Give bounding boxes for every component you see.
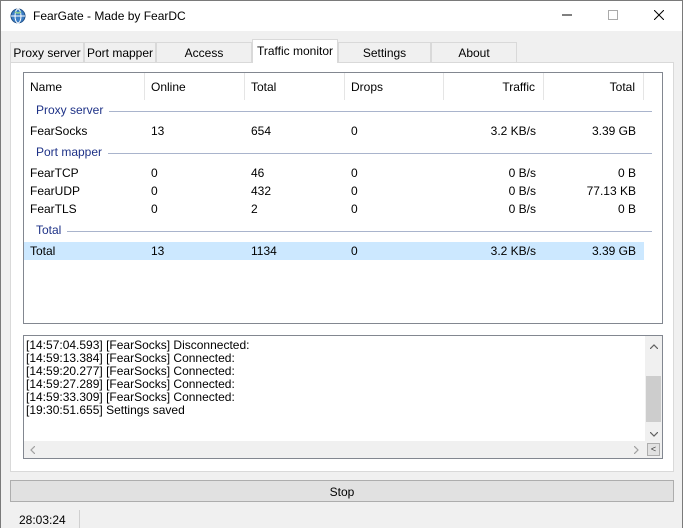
title-bar: FearGate - Made by FearDC (1, 1, 682, 31)
cell-drops: 0 (351, 184, 358, 198)
scroll-corner: < (645, 441, 662, 458)
group-title: Proxy server (36, 103, 110, 117)
cell-drops: 0 (351, 244, 358, 258)
maximize-icon (608, 9, 618, 23)
column-header-drops[interactable]: Drops (345, 73, 444, 100)
group-divider (36, 231, 652, 232)
tab-traffic-monitor[interactable]: Traffic monitor (252, 39, 338, 63)
cell-drops: 0 (351, 202, 358, 216)
column-header-total-bytes[interactable]: Total (544, 73, 644, 100)
table-row[interactable]: FearTCP 0 46 0 0 B/s 0 B (24, 164, 644, 182)
tab-settings-manager[interactable]: Settings manager (338, 42, 431, 74)
group-title: Total (36, 223, 68, 237)
group-title: Port mapper (36, 145, 109, 159)
window-title: FearGate - Made by FearDC (33, 9, 186, 23)
group-total[interactable]: Total (24, 222, 662, 240)
cell-total: 46 (251, 166, 265, 180)
tab-port-mapper[interactable]: Port mapper (84, 42, 156, 62)
cell-online: 13 (151, 124, 165, 138)
log-textbox[interactable]: [14:57:04.593] [FearSocks] Disconnected:… (23, 335, 663, 459)
cell-traffic: 0 B/s (508, 184, 536, 198)
globe-icon (10, 8, 26, 24)
minimize-icon (562, 9, 572, 23)
chevron-left-icon (30, 443, 36, 457)
cell-total: 654 (251, 124, 272, 138)
cell-total-bytes: 3.39 GB (591, 244, 636, 258)
tab-access-restriction[interactable]: Access restriction (156, 42, 252, 74)
tab-proxy-server[interactable]: Proxy server (10, 42, 84, 62)
scroll-left-button[interactable] (24, 441, 41, 458)
chevron-right-icon (633, 443, 639, 457)
cell-total-bytes: 3.39 GB (591, 124, 636, 138)
stop-button[interactable]: Stop (10, 480, 674, 502)
tab-about-feargate[interactable]: About FearGate (431, 42, 517, 74)
cell-name: FearTLS (30, 202, 77, 216)
close-button[interactable] (636, 1, 682, 31)
cell-name: FearSocks (30, 124, 88, 138)
cell-total: 1134 (251, 244, 277, 258)
group-divider (36, 153, 652, 154)
table-row[interactable]: FearSocks 13 654 0 3.2 KB/s 3.39 GB (24, 122, 644, 140)
cell-traffic: 0 B/s (508, 202, 536, 216)
group-port-mapper[interactable]: Port mapper (24, 144, 662, 162)
chevron-down-icon (649, 426, 658, 440)
cell-total-bytes: 77.13 KB (586, 184, 636, 198)
chevron-up-icon (649, 338, 658, 352)
grid-header: Name Online Total Drops Traffic Total (24, 73, 662, 100)
cell-name: FearUDP (30, 184, 81, 198)
cell-total-bytes: 0 B (617, 166, 636, 180)
traffic-grid[interactable]: Name Online Total Drops Traffic Total Pr… (23, 72, 663, 324)
cell-traffic: 0 B/s (508, 166, 536, 180)
table-row[interactable]: FearTLS 0 2 0 0 B/s 0 B (24, 200, 644, 218)
uptime-label: 28:03:24 (10, 510, 80, 528)
cell-drops: 0 (351, 166, 358, 180)
column-header-name[interactable]: Name (24, 73, 145, 100)
column-header-traffic[interactable]: Traffic (444, 73, 544, 100)
scroll-thumb[interactable] (646, 376, 661, 422)
minimize-button[interactable] (544, 1, 590, 31)
cell-drops: 0 (351, 124, 358, 138)
scroll-up-button[interactable] (645, 336, 662, 353)
scroll-down-button[interactable] (645, 424, 662, 441)
log-line: [19:30:51.655] Settings saved (26, 403, 185, 417)
log-lines: [14:57:04.593] [FearSocks] Disconnected:… (26, 339, 644, 417)
cell-name: FearTCP (30, 166, 79, 180)
log-horizontal-scrollbar[interactable] (24, 441, 645, 458)
cell-total: 432 (251, 184, 272, 198)
group-divider (36, 111, 652, 112)
log-collapse-button[interactable]: < (647, 443, 660, 456)
cell-total-bytes: 0 B (617, 202, 636, 216)
table-row-selected[interactable]: Total 13 1134 0 3.2 KB/s 3.39 GB (24, 242, 644, 260)
app-window: FearGate - Made by FearDC Proxy server P… (0, 0, 683, 528)
cell-online: 0 (151, 184, 158, 198)
column-header-total[interactable]: Total (245, 73, 345, 100)
scroll-right-button[interactable] (628, 441, 645, 458)
status-bar: 28:03:24 (1, 509, 682, 528)
maximize-button[interactable] (590, 1, 636, 31)
cell-traffic: 3.2 KB/s (490, 244, 536, 258)
cell-traffic: 3.2 KB/s (490, 124, 536, 138)
cell-online: 13 (151, 244, 165, 258)
close-icon (653, 9, 665, 23)
log-vertical-scrollbar[interactable] (645, 336, 662, 441)
column-header-online[interactable]: Online (145, 73, 245, 100)
cell-total: 2 (251, 202, 258, 216)
cell-online: 0 (151, 202, 158, 216)
table-row[interactable]: FearUDP 0 432 0 0 B/s 77.13 KB (24, 182, 644, 200)
group-proxy-server[interactable]: Proxy server (24, 102, 662, 120)
cell-online: 0 (151, 166, 158, 180)
tab-bar: Proxy server Port mapper Access restrict… (10, 39, 674, 74)
cell-name: Total (30, 244, 56, 258)
